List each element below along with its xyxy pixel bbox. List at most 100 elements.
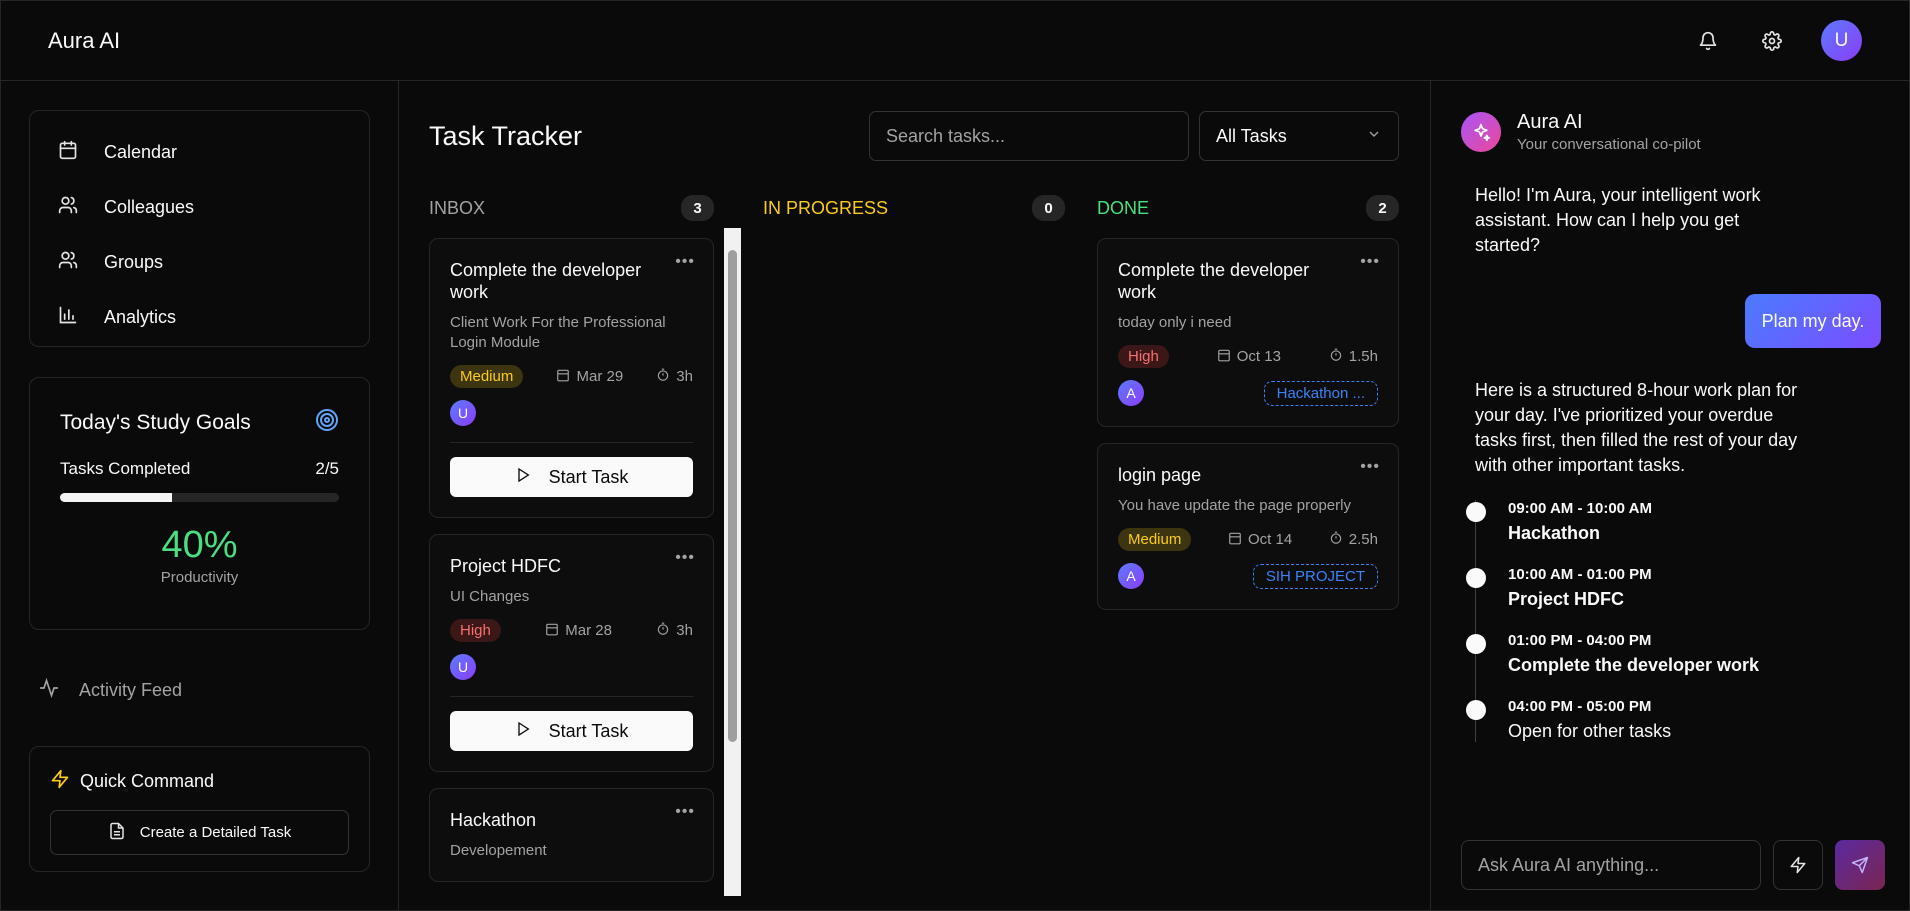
timeline-dot [1466, 634, 1486, 654]
task-card[interactable]: Complete the developer work ••• today on… [1097, 238, 1399, 427]
users-icon [58, 195, 78, 220]
more-icon[interactable]: ••• [675, 549, 695, 567]
nav-card: Calendar Colleagues Groups Analytics [29, 110, 370, 347]
column-count: 3 [681, 195, 714, 221]
assignee-avatar: A [1118, 563, 1144, 589]
start-task-button[interactable]: Start Task [450, 711, 693, 751]
more-icon[interactable]: ••• [1360, 253, 1380, 271]
column-count: 0 [1032, 195, 1065, 221]
quick-command-card: Quick Command Create a Detailed Task [29, 746, 370, 872]
quick-command-title: Quick Command [80, 771, 215, 791]
sparkles-icon [1461, 112, 1501, 152]
task-desc: UI Changes [450, 588, 530, 605]
sidebar-item-colleagues[interactable]: Colleagues [30, 180, 369, 235]
chat-input[interactable]: Ask Aura AI anything... [1461, 840, 1761, 890]
top-actions: U [1693, 20, 1862, 61]
filter-select[interactable]: All Tasks [1199, 111, 1399, 161]
task-date: Mar 29 [576, 368, 624, 385]
more-icon[interactable]: ••• [675, 803, 695, 821]
task-card[interactable]: Project HDFC ••• UI Changes High Mar 28 … [429, 534, 714, 772]
productivity-label: Productivity [160, 569, 239, 586]
bolt-icon[interactable] [1773, 840, 1823, 890]
start-task-button[interactable]: Start Task [450, 457, 693, 497]
goals-title: Today's Study Goals [60, 410, 251, 434]
sidebar-item-groups[interactable]: Groups [30, 235, 369, 290]
top-bar: Aura AI U [1, 1, 1909, 81]
filter-value: All Tasks [1216, 125, 1287, 146]
sidebar-item-label: Colleagues [104, 197, 195, 217]
page-title: Task Tracker [429, 121, 583, 151]
start-task-label: Start Task [548, 720, 629, 741]
day-plan-timeline: 09:00 AM - 10:00 AM Hackathon 10:00 AM -… [1466, 500, 1881, 742]
task-date: Oct 14 [1247, 531, 1293, 548]
column-header-inbox: INBOX 3 [429, 193, 714, 223]
task-date: Oct 13 [1236, 348, 1281, 365]
assignee-avatar: U [450, 654, 476, 680]
sidebar-item-label: Calendar [104, 142, 178, 162]
timeline-task: Complete the developer work [1508, 655, 1760, 675]
app-brand: Aura AI [48, 27, 121, 53]
task-date: Mar 28 [565, 622, 612, 639]
play-icon [515, 721, 531, 742]
ai-message: Here is a structured 8-hour work plan fo… [1475, 380, 1798, 475]
column-count: 2 [1366, 195, 1399, 221]
ai-message: Hello! I'm Aura, your intelligent work a… [1475, 185, 1761, 255]
app-window: Aura AI U Calendar Colleagues Groups Ana… [0, 0, 1910, 911]
study-goals-card: Today's Study Goals Tasks Completed 2/5 … [29, 377, 370, 630]
more-icon[interactable]: ••• [675, 253, 695, 271]
inbox-scrollbar[interactable] [724, 228, 741, 896]
scroll-thumb[interactable] [728, 250, 737, 742]
timer-icon [656, 368, 670, 386]
bolt-icon [50, 769, 70, 794]
task-desc: today only i need [1118, 314, 1232, 331]
ai-subtitle: Your conversational co-pilot [1517, 136, 1701, 153]
user-avatar[interactable]: U [1821, 20, 1862, 61]
send-icon[interactable] [1835, 840, 1885, 890]
timeline-dot [1466, 568, 1486, 588]
column-header-done: DONE 2 [1097, 193, 1399, 223]
timer-icon [656, 622, 670, 640]
timeline-item: 10:00 AM - 01:00 PM Project HDFC [1466, 566, 1881, 610]
goals-progress-bar [60, 493, 339, 502]
bell-icon[interactable] [1693, 26, 1723, 56]
task-duration: 1.5h [1348, 348, 1378, 365]
project-tag[interactable]: Hackathon ... [1263, 380, 1378, 406]
priority-badge: High [1118, 345, 1169, 368]
timeline-time: 01:00 PM - 04:00 PM [1508, 632, 1652, 649]
calendar-icon [58, 140, 78, 165]
start-task-label: Start Task [548, 466, 629, 487]
task-card[interactable]: Hackathon ••• Developement [429, 788, 714, 882]
timeline-task: Project HDFC [1508, 589, 1625, 609]
timer-icon [1329, 348, 1343, 366]
chevron-down-icon [1366, 126, 1382, 147]
more-icon[interactable]: ••• [1360, 458, 1380, 476]
sidebar-item-calendar[interactable]: Calendar [30, 125, 369, 180]
tasks-completed-value: 2/5 [315, 459, 339, 478]
timeline-dot [1466, 700, 1486, 720]
task-duration: 2.5h [1348, 531, 1378, 548]
timeline-task: Hackathon [1508, 523, 1601, 543]
task-card[interactable]: login page ••• You have update the page … [1097, 443, 1399, 610]
assignee-avatar: A [1118, 380, 1144, 406]
activity-feed-label: Activity Feed [79, 679, 183, 700]
calendar-icon [1228, 531, 1242, 549]
timer-icon [1329, 531, 1343, 549]
column-title: INBOX [429, 197, 486, 218]
document-icon [108, 822, 126, 844]
create-task-label: Create a Detailed Task [139, 824, 292, 841]
calendar-icon [545, 622, 559, 640]
activity-feed-link[interactable]: Activity Feed [29, 670, 370, 710]
search-input[interactable]: Search tasks... [869, 111, 1189, 161]
project-tag[interactable]: SIH PROJECT [1252, 563, 1378, 589]
priority-badge: Medium [1118, 528, 1192, 551]
sidebar-item-label: Groups [104, 252, 164, 272]
column-header-in-progress: IN PROGRESS 0 [763, 193, 1065, 223]
sidebar-item-analytics[interactable]: Analytics [30, 290, 369, 345]
column-inbox: Complete the developer work ••• Client W… [429, 238, 714, 896]
column-done: Complete the developer work ••• today on… [1097, 238, 1399, 626]
calendar-icon [556, 368, 570, 386]
gear-icon[interactable] [1757, 26, 1787, 56]
create-task-button[interactable]: Create a Detailed Task [50, 810, 349, 855]
users-icon [58, 250, 78, 275]
task-card[interactable]: Complete the developer work ••• Client W… [429, 238, 714, 518]
